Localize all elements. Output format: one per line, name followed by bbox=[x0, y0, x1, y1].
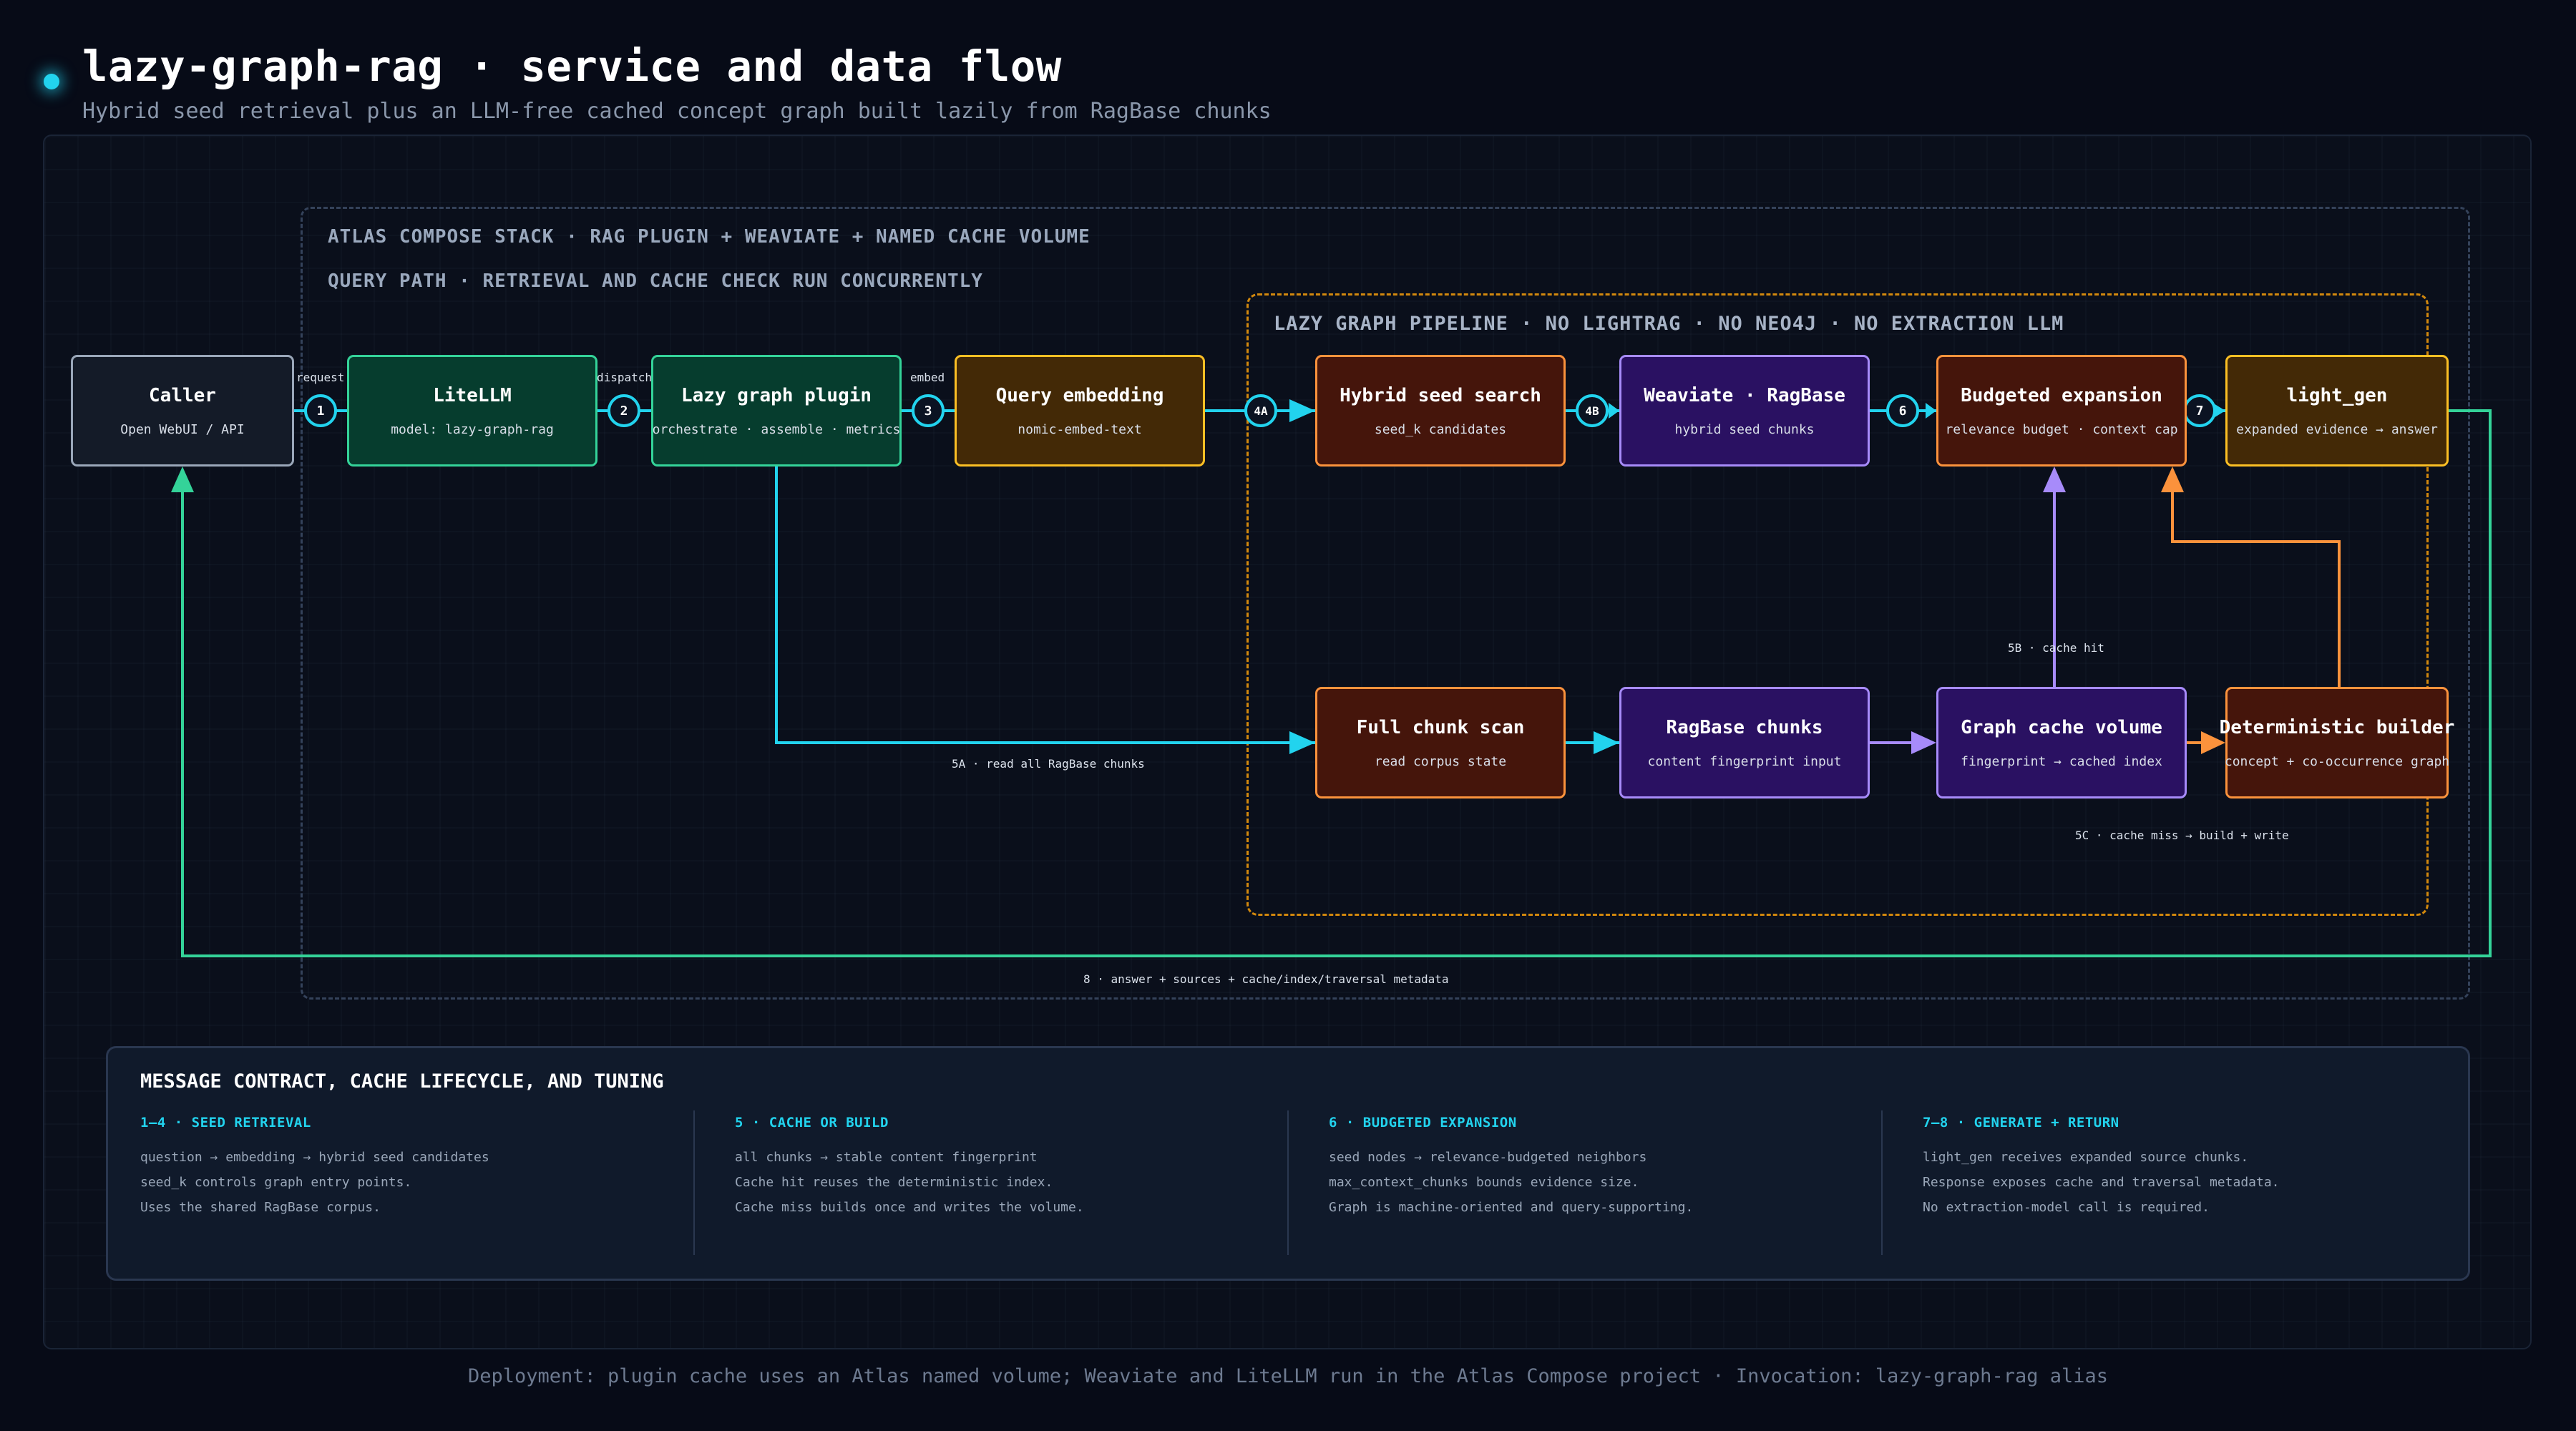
node-title: Hybrid seed search bbox=[1340, 384, 1541, 406]
step-4b-label: 4B bbox=[1585, 404, 1599, 418]
contract-column-heading: 1–4 · SEED RETRIEVAL bbox=[140, 1115, 311, 1130]
node-subtitle: relevance budget · context cap bbox=[1945, 421, 2178, 437]
step-4a-label: 4A bbox=[1254, 404, 1268, 418]
message-contract-title: MESSAGE CONTRACT, CACHE LIFECYCLE, AND T… bbox=[140, 1070, 664, 1093]
contract-column-budgeted-expansion: 6 · BUDGETED EXPANSION seed nodes → rele… bbox=[1329, 1115, 1873, 1220]
edge-label-dispatch: dispatch bbox=[597, 371, 653, 384]
node-subtitle: hybrid seed chunks bbox=[1674, 421, 1815, 437]
node-subtitle: model: lazy-graph-rag bbox=[391, 421, 554, 437]
contract-line: light_gen receives expanded source chunk… bbox=[1923, 1150, 2249, 1165]
contract-divider bbox=[1287, 1110, 1289, 1255]
contract-line: No extraction-model call is required. bbox=[1923, 1200, 2210, 1215]
contract-divider bbox=[1881, 1110, 1883, 1255]
edge-8-return bbox=[181, 409, 2492, 957]
node-budgeted-expansion[interactable]: Budgeted expansion relevance budget · co… bbox=[1936, 355, 2187, 467]
node-title: light_gen bbox=[2286, 384, 2388, 406]
contract-column-cache-or-build: 5 · CACHE OR BUILD all chunks → stable c… bbox=[735, 1115, 1279, 1220]
node-ragbase-chunks[interactable]: RagBase chunks content fingerprint input bbox=[1619, 687, 1870, 798]
node-subtitle: content fingerprint input bbox=[1647, 753, 1842, 769]
contract-column-heading: 7–8 · GENERATE + RETURN bbox=[1923, 1115, 2119, 1130]
contract-line: max_context_chunks bounds evidence size. bbox=[1329, 1175, 1639, 1190]
node-deterministic-builder[interactable]: Deterministic builder concept + co-occur… bbox=[2220, 687, 2454, 798]
edge-builder-to-expansion bbox=[2171, 492, 2341, 687]
node-caller[interactable]: Caller Open WebUI / API bbox=[71, 355, 294, 467]
contract-line: all chunks → stable content fingerprint bbox=[735, 1150, 1038, 1165]
contract-line: seed_k controls graph entry points. bbox=[140, 1175, 412, 1190]
step-3-label: 3 bbox=[924, 404, 932, 419]
step-7-label: 7 bbox=[2196, 404, 2204, 419]
node-subtitle: read corpus state bbox=[1374, 753, 1507, 769]
contract-line: question → embedding → hybrid seed candi… bbox=[140, 1150, 489, 1165]
node-subtitle: expanded evidence → answer bbox=[2236, 421, 2438, 437]
step-2-label: 2 bbox=[620, 404, 628, 419]
contract-line: Response exposes cache and traversal met… bbox=[1923, 1175, 2280, 1190]
edge-5a bbox=[775, 467, 1315, 744]
contract-divider bbox=[693, 1110, 695, 1255]
node-graph-cache-volume[interactable]: Graph cache volume fingerprint → cached … bbox=[1936, 687, 2187, 798]
node-title: Lazy graph plugin bbox=[680, 384, 872, 406]
node-full-chunk-scan[interactable]: Full chunk scan read corpus state bbox=[1315, 687, 1566, 798]
step-6-label: 6 bbox=[1899, 404, 1907, 419]
node-title: Deterministic builder bbox=[2219, 716, 2455, 738]
node-hybrid-seed-search[interactable]: Hybrid seed search seed_k candidates bbox=[1315, 355, 1566, 467]
node-title: Weaviate · RagBase bbox=[1644, 384, 1845, 406]
node-light-gen[interactable]: light_gen expanded evidence → answer bbox=[2225, 355, 2449, 467]
contract-line: Uses the shared RagBase corpus. bbox=[140, 1200, 381, 1215]
node-subtitle: Open WebUI / API bbox=[120, 421, 245, 437]
contract-column-heading: 5 · CACHE OR BUILD bbox=[735, 1115, 889, 1130]
edge-label-5c: 5C · cache miss → build + write bbox=[2075, 829, 2289, 842]
node-title: Full chunk scan bbox=[1356, 716, 1525, 738]
node-subtitle: concept + co-occurrence graph bbox=[2224, 753, 2450, 769]
edge-label-request: request bbox=[296, 371, 345, 384]
node-subtitle: nomic-embed-text bbox=[1018, 421, 1142, 437]
edge-label-5a: 5A · read all RagBase chunks bbox=[952, 757, 1145, 771]
node-query-embedding[interactable]: Query embedding nomic-embed-text bbox=[955, 355, 1205, 467]
node-title: Budgeted expansion bbox=[1961, 384, 2162, 406]
contract-line: Cache hit reuses the deterministic index… bbox=[735, 1175, 1053, 1190]
node-litellm[interactable]: LiteLLM model: lazy-graph-rag bbox=[347, 355, 597, 467]
contract-column-heading: 6 · BUDGETED EXPANSION bbox=[1329, 1115, 1517, 1130]
edge-label-return: 8 · answer + sources + cache/index/trave… bbox=[1083, 972, 1449, 986]
deployment-footer: Deployment: plugin cache uses an Atlas n… bbox=[467, 1365, 2108, 1387]
node-subtitle: fingerprint → cached index bbox=[1961, 753, 2162, 769]
contract-line: Cache miss builds once and writes the vo… bbox=[735, 1200, 1084, 1215]
contract-line: Graph is machine-oriented and query-supp… bbox=[1329, 1200, 1694, 1215]
node-title: Caller bbox=[149, 384, 216, 406]
node-title: LiteLLM bbox=[433, 384, 512, 406]
contract-column-generate-return: 7–8 · GENERATE + RETURN light_gen receiv… bbox=[1923, 1115, 2467, 1220]
contract-line: seed nodes → relevance-budgeted neighbor… bbox=[1329, 1150, 1647, 1165]
node-subtitle: orchestrate · assemble · metrics bbox=[652, 421, 901, 437]
node-title: RagBase chunks bbox=[1666, 716, 1823, 738]
contract-column-seed-retrieval: 1–4 · SEED RETRIEVAL question → embeddin… bbox=[140, 1115, 684, 1220]
node-lazy-graph-plugin[interactable]: Lazy graph plugin orchestrate · assemble… bbox=[651, 355, 902, 467]
edge-label-5b: 5B · cache hit bbox=[2008, 641, 2104, 655]
node-title: Graph cache volume bbox=[1961, 716, 2162, 738]
node-title: Query embedding bbox=[995, 384, 1164, 406]
node-weaviate-ragbase[interactable]: Weaviate · RagBase hybrid seed chunks bbox=[1619, 355, 1870, 467]
edge-label-embed: embed bbox=[910, 371, 945, 384]
node-subtitle: seed_k candidates bbox=[1374, 421, 1507, 437]
step-1-label: 1 bbox=[317, 404, 325, 419]
